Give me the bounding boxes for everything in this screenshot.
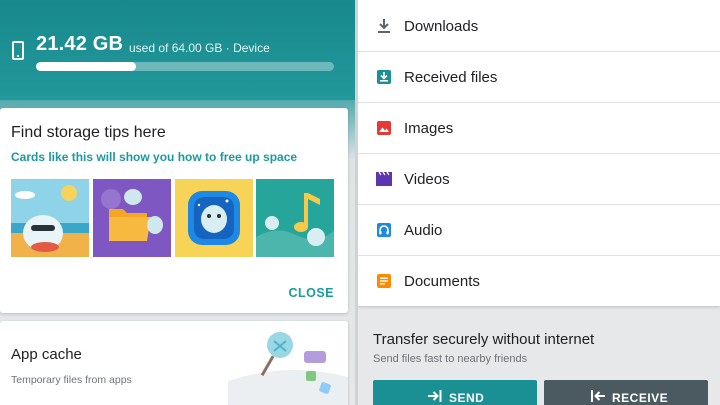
receive-button[interactable]: RECEIVE <box>544 380 708 405</box>
send-button-label: SEND <box>449 391 485 405</box>
tip-illustration-app <box>175 179 253 257</box>
storage-progress-fill <box>36 62 136 71</box>
send-arrow-icon <box>428 390 442 402</box>
transfer-subtitle: Send files fast to nearby friends <box>373 353 528 365</box>
storage-total-text: used of 64.00 GB · Device <box>129 41 270 55</box>
download-icon <box>378 19 390 33</box>
app-cache-title: App cache <box>11 346 82 363</box>
tip-illustration-folder <box>93 179 171 257</box>
app-cache-subtitle: Temporary files from apps <box>11 374 132 386</box>
storage-used-value: 21.42 GB <box>36 33 124 55</box>
storage-panel: 21.42 GB used of 64.00 GB · Device Find … <box>0 0 355 405</box>
app-cache-card[interactable]: App cache Temporary files from apps <box>0 321 348 405</box>
close-tips-button[interactable]: CLOSE <box>288 286 334 300</box>
storage-progress-bar <box>36 62 334 71</box>
receive-arrow-icon <box>591 390 605 402</box>
category-downloads[interactable]: Downloads <box>358 1 720 52</box>
category-label: Audio <box>404 222 443 239</box>
received-files-icon <box>377 70 391 84</box>
tips-card-subtitle: Cards like this will show you how to fre… <box>11 150 298 164</box>
tip-illustration-beach <box>11 179 89 257</box>
category-audio[interactable]: Audio <box>358 205 720 256</box>
tips-card-title: Find storage tips here <box>11 124 166 141</box>
category-images[interactable]: Images <box>358 103 720 154</box>
audio-icon <box>377 223 391 237</box>
categories-panel: Downloads Received files Images Videos A… <box>358 0 720 405</box>
storage-tips-card: Find storage tips here Cards like this w… <box>0 108 348 313</box>
phone-icon <box>12 41 24 60</box>
transfer-section: Transfer securely without internet Send … <box>358 318 720 405</box>
category-documents[interactable]: Documents <box>358 256 720 307</box>
document-icon <box>377 274 391 288</box>
category-received-files[interactable]: Received files <box>358 52 720 103</box>
category-label: Downloads <box>404 18 479 35</box>
tip-illustration-music <box>256 179 334 257</box>
category-label: Documents <box>404 273 480 290</box>
category-label: Images <box>404 120 454 137</box>
category-list: Downloads Received files Images Videos A… <box>358 0 720 306</box>
category-label: Received files <box>404 69 498 86</box>
category-videos[interactable]: Videos <box>358 154 720 205</box>
storage-summary[interactable]: 21.42 GB used of 64.00 GB · Device <box>0 0 355 100</box>
receive-button-label: RECEIVE <box>612 391 669 405</box>
category-label: Videos <box>404 171 450 188</box>
send-button[interactable]: SEND <box>373 380 537 405</box>
image-icon <box>377 121 391 135</box>
transfer-title: Transfer securely without internet <box>373 331 595 348</box>
cache-illustration <box>228 321 348 405</box>
video-icon <box>376 171 392 186</box>
